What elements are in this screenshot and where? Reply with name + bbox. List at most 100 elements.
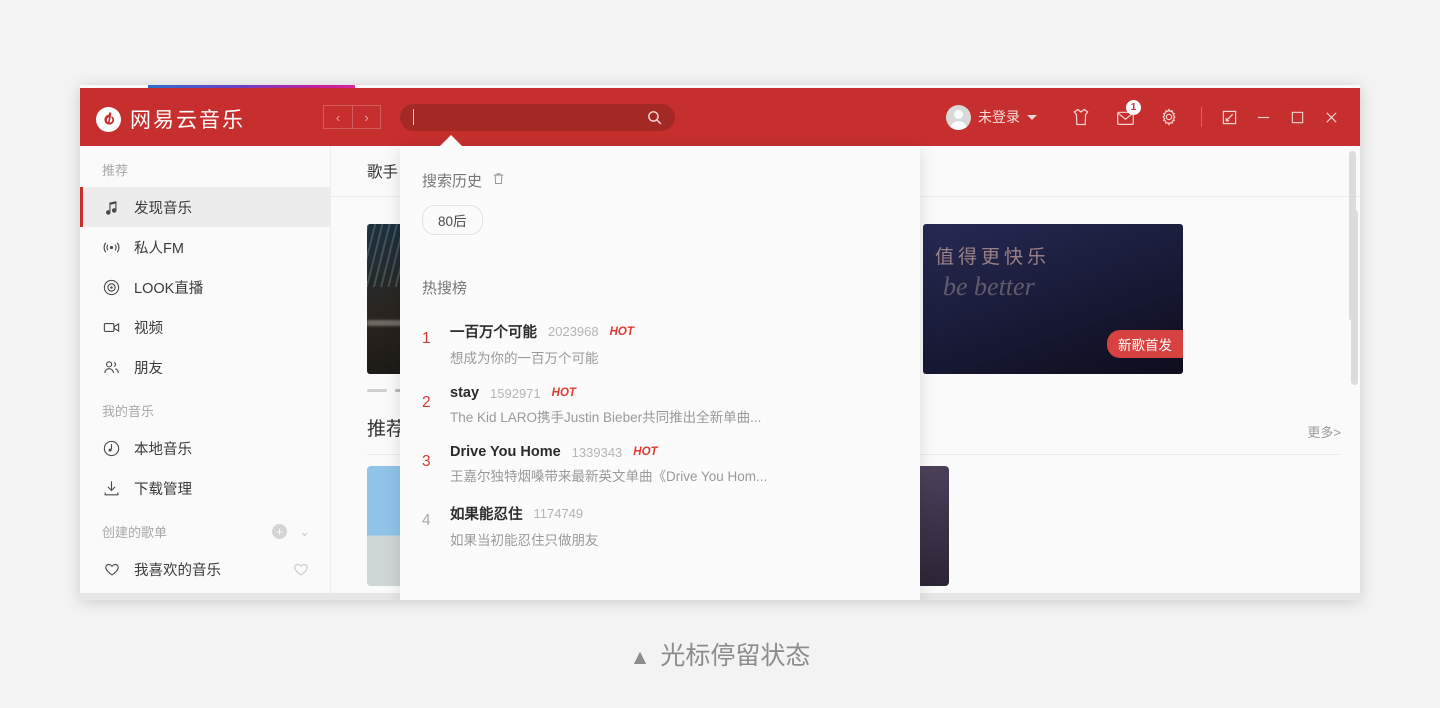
chevron-down-icon[interactable]: ⌄ xyxy=(299,524,310,540)
sidebar-item-favorite-music[interactable]: 我喜欢的音乐 xyxy=(80,549,330,589)
user-menu[interactable]: 未登录 xyxy=(946,104,1037,130)
user-name: 未登录 xyxy=(978,109,1020,125)
app-header: 网易云音乐 ‹ › 未登录 1 xyxy=(80,88,1360,146)
hot-badge: HOT xyxy=(551,387,576,399)
list-item[interactable]: 3 Drive You Home 1339343 HOT 王嘉尔独特烟嗓带来最新… xyxy=(400,435,920,494)
sidebar-item-label: 朋友 xyxy=(134,360,163,377)
sidebar-item-discover[interactable]: 发现音乐 xyxy=(80,187,330,227)
add-playlist-icon[interactable]: + xyxy=(272,524,288,539)
search-history-chips: 80后 xyxy=(400,191,920,235)
close-icon[interactable] xyxy=(1314,88,1348,146)
search-history-header: 搜索历史 xyxy=(400,146,920,191)
banner-tag: 新歌首发 xyxy=(1107,330,1183,358)
more-link[interactable]: 更多> xyxy=(1307,422,1341,441)
search-history-label: 搜索历史 xyxy=(422,173,483,190)
mail-icon[interactable]: 1 xyxy=(1103,88,1147,146)
sidebar-group-created-playlists: 创建的歌单 + ⌄ xyxy=(80,508,330,549)
sidebar-item-friends[interactable]: 朋友 xyxy=(80,347,330,387)
banner-new-song[interactable]: 值得更快乐 be better 新歌首发 xyxy=(923,224,1183,374)
nav-back-button[interactable]: ‹ xyxy=(323,105,352,129)
window-top-gradient-strip xyxy=(148,85,355,88)
netease-music-window: 网易云音乐 ‹ › 未登录 1 推荐 发现音乐 私人FM LOOK直播 视频 朋… xyxy=(80,85,1360,600)
search-input[interactable] xyxy=(400,104,675,131)
sidebar-item-label: 下载管理 xyxy=(134,481,192,498)
video-icon xyxy=(102,318,121,337)
banner-headline: 值得更快乐 xyxy=(935,247,1051,268)
sidebar-item-label: 视频 xyxy=(134,320,163,337)
list-item[interactable]: 4 如果能忍住 1174749 如果当初能忍住只做朋友 xyxy=(400,494,920,558)
list-item[interactable]: 1 一百万个可能 2023968 HOT 想成为你的一百万个可能 xyxy=(400,312,920,376)
friends-icon xyxy=(102,358,121,377)
app-logo[interactable]: 网易云音乐 xyxy=(96,104,245,134)
tab-singers[interactable]: 歌手 xyxy=(367,160,398,182)
sidebar-item-private-fm[interactable]: 私人FM xyxy=(80,227,330,267)
chevron-down-icon xyxy=(1027,114,1037,120)
hot-title: Drive You Home xyxy=(450,444,561,460)
dropdown-arrow-pointer xyxy=(440,135,462,146)
caption-text: 光标停留状态 xyxy=(660,642,811,670)
trash-icon[interactable] xyxy=(491,171,506,190)
sidebar-item-label: LOOK直播 xyxy=(134,280,204,297)
app-logo-text: 网易云音乐 xyxy=(130,108,245,132)
caption: ▲ 光标停留状态 xyxy=(0,636,1440,672)
hot-title: 如果能忍住 xyxy=(450,507,523,523)
minimize-icon[interactable] xyxy=(1246,88,1280,146)
hot-badge: HOT xyxy=(633,446,658,458)
history-chip[interactable]: 80后 xyxy=(422,205,483,235)
banner-cursive-text: be better xyxy=(943,272,1035,301)
hot-count: 2023968 xyxy=(548,324,599,339)
mail-badge: 1 xyxy=(1126,100,1141,115)
sidebar: 推荐 发现音乐 私人FM LOOK直播 视频 朋友 我的音乐 本地音乐 下载管理… xyxy=(80,146,331,600)
window-scrollbar-thumb[interactable] xyxy=(1349,151,1356,321)
live-icon xyxy=(102,278,121,297)
hot-title: stay xyxy=(450,385,480,401)
skin-icon[interactable] xyxy=(1059,88,1103,146)
local-music-icon xyxy=(102,439,121,458)
sidebar-item-label: 私人FM xyxy=(134,240,184,257)
hot-desc: The Kid LARO携手Justin Bieber共同推出全新单曲... xyxy=(450,410,762,425)
nav-forward-button[interactable]: › xyxy=(352,105,381,129)
hot-rank: 1 xyxy=(422,330,431,347)
mini-mode-icon[interactable] xyxy=(1212,88,1246,146)
sidebar-item-download-manage[interactable]: 下载管理 xyxy=(80,468,330,508)
sidebar-item-local-music[interactable]: 本地音乐 xyxy=(80,428,330,468)
hot-rank: 2 xyxy=(422,394,431,411)
music-note-icon xyxy=(102,198,121,217)
gear-icon[interactable] xyxy=(1147,88,1191,146)
hot-count: 1592971 xyxy=(490,385,541,401)
avatar xyxy=(946,104,971,130)
hot-rank: 3 xyxy=(422,453,431,470)
hot-desc: 王嘉尔独特烟嗓带来最新英文单曲《Drive You Hom... xyxy=(450,469,768,484)
hot-desc: 如果当初能忍住只做朋友 xyxy=(450,533,599,548)
sidebar-group-tools: + ⌄ xyxy=(272,524,310,540)
sidebar-group-recommend-label: 推荐 xyxy=(102,163,129,178)
maximize-icon[interactable] xyxy=(1280,88,1314,146)
search-suggestions-dropdown: 搜索历史 80后 热搜榜 1 一百万个可能 2023968 HOT 想成为你的一… xyxy=(400,146,920,600)
sidebar-item-label: 本地音乐 xyxy=(134,441,192,458)
sidebar-group-created-label: 创建的歌单 xyxy=(102,525,168,540)
heart-icon xyxy=(102,560,121,579)
nav-buttons: ‹ › xyxy=(323,105,381,129)
sidebar-item-label: 我喜欢的音乐 xyxy=(134,562,221,579)
header-divider xyxy=(1201,107,1202,127)
sidebar-item-video[interactable]: 视频 xyxy=(80,307,330,347)
sidebar-item-label: 发现音乐 xyxy=(134,200,192,217)
search-icon[interactable] xyxy=(646,109,663,131)
hot-search-list: 1 一百万个可能 2023968 HOT 想成为你的一百万个可能 2 stay … xyxy=(400,298,920,558)
carousel-dot[interactable] xyxy=(367,389,387,392)
hot-badge: HOT xyxy=(609,325,634,338)
netease-logo-icon xyxy=(96,106,121,132)
caption-triangle-icon: ▲ xyxy=(629,646,651,669)
hot-count: 1339343 xyxy=(571,444,623,460)
hot-title: 一百万个可能 xyxy=(450,325,537,341)
hot-desc: 想成为你的一百万个可能 xyxy=(450,351,599,366)
header-right-tools: 未登录 1 xyxy=(946,88,1348,146)
radio-icon xyxy=(102,238,121,257)
hot-search-label: 热搜榜 xyxy=(422,280,468,297)
sidebar-item-look-live[interactable]: LOOK直播 xyxy=(80,267,330,307)
hot-count: 1174749 xyxy=(533,506,584,521)
heart-outline-icon[interactable] xyxy=(291,560,310,579)
download-icon xyxy=(102,479,121,498)
sidebar-group-mymusic-label: 我的音乐 xyxy=(102,404,155,419)
list-item[interactable]: 2 stay 1592971 HOT The Kid LARO携手Justin … xyxy=(400,376,920,435)
